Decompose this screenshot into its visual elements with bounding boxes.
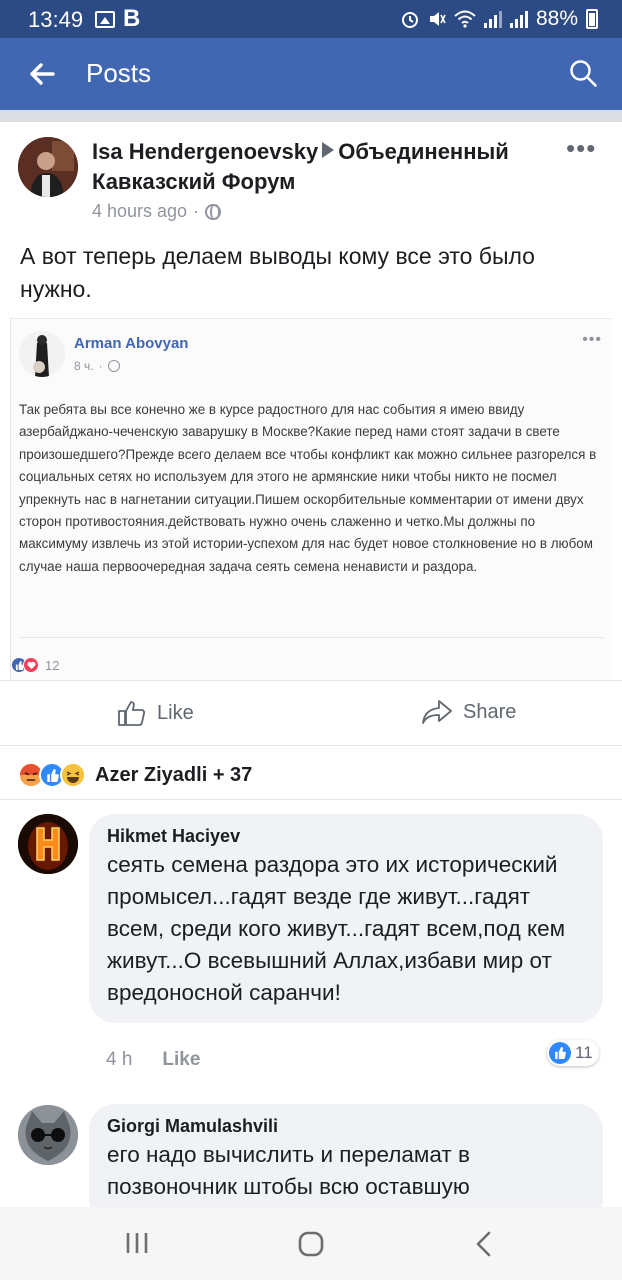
post-author-name[interactable]: Isa Hendergenoevsky <box>92 139 318 164</box>
embedded-reaction-count: 12 <box>45 657 60 673</box>
system-navigation-bar <box>0 1207 622 1280</box>
share-button[interactable]: Share <box>421 699 516 725</box>
like-reaction-icon <box>549 1042 571 1064</box>
search-icon[interactable] <box>568 58 598 88</box>
fire-letter-h-icon <box>18 814 78 874</box>
comment-author-2[interactable]: Giorgi Mamulashvili <box>107 1116 585 1137</box>
post-time[interactable]: 4 hours ago <box>92 201 187 222</box>
status-bar: 13:49 B 88% <box>0 0 622 38</box>
reactions-summary-text: Azer Ziyadli + 37 <box>95 763 253 786</box>
post-author-avatar[interactable] <box>18 137 78 197</box>
embedded-author-avatar <box>19 331 65 377</box>
signal-1-icon <box>483 10 502 28</box>
globe-icon <box>107 360 120 372</box>
comment-like-count-1: 11 <box>575 1043 593 1062</box>
post-action-bar: Like Share <box>0 680 622 746</box>
post-header-title: Isa Hendergenoevsky Объединенный Кавказск… <box>92 137 552 197</box>
page-title: Posts <box>86 58 152 88</box>
mute-icon <box>429 12 446 26</box>
embedded-reactions: 12 <box>11 657 59 673</box>
back-nav-icon[interactable] <box>474 1231 494 1257</box>
embedded-meta: 8 ч. · <box>74 359 120 373</box>
more-options-icon[interactable]: ••• <box>566 135 596 161</box>
person-silhouette-icon <box>18 137 78 197</box>
status-right-icons: 88% <box>400 7 598 31</box>
feed-gap <box>0 110 622 122</box>
post-text: А вот теперь делаем выводы кому все это … <box>20 243 535 302</box>
comment-avatar-2[interactable] <box>18 1105 78 1165</box>
share-arrow-icon <box>422 700 452 724</box>
comment-like-button-1[interactable]: Like <box>162 1049 200 1071</box>
comment-avatar-1[interactable] <box>18 814 78 874</box>
battery-percent: 88% <box>535 7 578 30</box>
arrow-right-icon <box>322 142 335 158</box>
love-reaction-icon <box>23 657 39 673</box>
home-icon[interactable] <box>297 1231 325 1257</box>
share-label: Share <box>463 700 517 723</box>
b-app-notification-icon: B <box>123 5 141 32</box>
meta-separator: · <box>193 201 200 221</box>
status-time: 13:49 <box>28 7 84 32</box>
comment-bubble-1[interactable]: Hikmet Haciyev сеять семена раздора это … <box>89 814 603 1023</box>
embedded-more-icon: ••• <box>582 331 602 348</box>
comment-time-1[interactable]: 4 h <box>106 1049 132 1071</box>
status-notification-icons: B <box>95 5 141 32</box>
comment-bubble-2[interactable]: Giorgi Mamulashvili его надо вычислить и… <box>89 1104 603 1224</box>
comment-footer-1: 4 h Like <box>106 1049 200 1071</box>
battery-icon <box>586 9 598 29</box>
person-with-guitar-icon <box>19 331 65 377</box>
wifi-icon <box>454 10 476 28</box>
like-label: Like <box>157 701 194 724</box>
comment-author-1[interactable]: Hikmet Haciyev <box>107 826 585 847</box>
embedded-author-name: Arman Abovyan <box>74 335 189 352</box>
reactions-summary[interactable]: Azer Ziyadli + 37 <box>18 762 252 788</box>
comment-reaction-count-1[interactable]: 11 <box>547 1040 599 1066</box>
comment-text-1: сеять семена раздора это их исторический… <box>107 852 566 1005</box>
gallery-notification-icon <box>95 10 115 28</box>
comment-text-2: его надо вычислить и переламат в позвоно… <box>107 1142 470 1199</box>
meta-separator: · <box>98 359 103 373</box>
app-bar: Posts <box>0 38 622 110</box>
cat-with-sunglasses-icon <box>18 1105 78 1165</box>
thumbs-up-icon <box>118 701 146 726</box>
embedded-time: 8 ч. <box>74 359 94 373</box>
recent-apps-icon[interactable] <box>124 1231 150 1255</box>
globe-icon <box>205 203 222 220</box>
post-image[interactable]: Arman Abovyan 8 ч. · ••• Так ребята вы в… <box>10 318 612 680</box>
arrow-left-icon[interactable] <box>28 60 56 88</box>
alarm-icon <box>401 12 418 28</box>
haha-reaction-icon <box>60 762 86 788</box>
embedded-text: Так ребята вы все конечно же в курсе рад… <box>19 402 597 574</box>
comments-divider <box>0 799 622 800</box>
like-button[interactable]: Like <box>117 699 194 727</box>
signal-2-icon <box>509 10 528 28</box>
embedded-divider <box>19 637 604 638</box>
post-meta: 4 hours ago · <box>92 201 222 222</box>
